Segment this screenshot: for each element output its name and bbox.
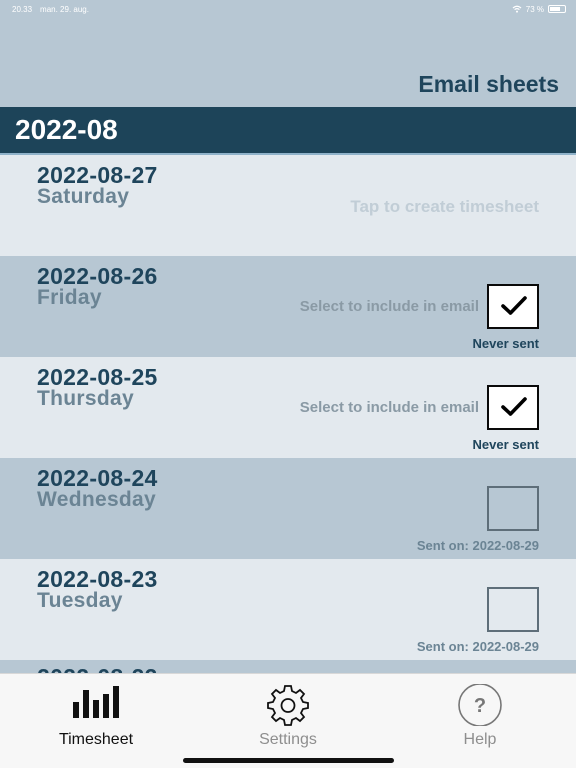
status-date: man. 29. aug. [40,4,89,14]
header: Email sheets [0,18,576,107]
list-item[interactable]: 2022-08-26 Friday Select to include in e… [0,256,576,357]
list-item[interactable]: 2022-08-23 Tuesday Sent on: 2022-08-29 [0,559,576,660]
row-weekday: Friday [37,286,102,309]
create-timesheet-button[interactable]: Tap to create timesheet [350,197,539,217]
list-item[interactable]: 2022-08-24 Wednesday Sent on: 2022-08-29 [0,458,576,559]
home-indicator[interactable] [183,758,394,763]
checkmark-icon [501,397,527,416]
gear-icon [267,685,309,726]
tab-label: Settings [259,731,317,748]
status-time: 20.33 [12,4,33,14]
day-list[interactable]: 2022-08-27 Saturday Tap to create timesh… [0,155,576,673]
battery-icon [548,5,566,13]
tab-help[interactable]: ? Help [384,674,576,768]
row-weekday: Wednesday [37,488,157,511]
sent-status: Sent on: 2022-08-29 [416,639,539,654]
tab-timesheet[interactable]: Timesheet [0,674,192,768]
select-label: Select to include in email [299,399,479,416]
row-weekday: Thursday [37,387,134,410]
status-bar: 20.33 man. 29. aug. 73 % [0,0,576,18]
row-weekday: Saturday [37,185,130,208]
question-icon: ? [458,684,502,726]
page-title: Email sheets [418,71,559,97]
list-item[interactable]: 2022-08-27 Saturday Tap to create timesh… [0,155,576,256]
month-section-header: 2022-08 [0,107,576,155]
select-label: Select to include in email [299,298,479,315]
row-date: 2022-08-22 [37,664,158,673]
list-item[interactable]: 2022-08-22 [0,660,576,673]
include-checkbox[interactable] [487,385,539,430]
include-checkbox[interactable] [487,284,539,329]
bar-chart-icon [73,686,119,718]
list-item[interactable]: 2022-08-25 Thursday Select to include in… [0,357,576,458]
sent-status: Never sent [472,437,539,452]
tab-settings[interactable]: Settings [192,674,384,768]
sent-status: Sent on: 2022-08-29 [416,538,539,553]
tab-label: Timesheet [58,731,134,748]
battery-percent: 73 % [525,4,544,14]
tab-bar: Timesheet Settings ? Help [0,673,576,768]
include-checkbox[interactable] [487,587,539,632]
tab-label: Help [463,731,497,748]
svg-text:?: ? [474,695,486,717]
row-weekday: Tuesday [37,589,123,612]
status-right: 73 % [512,5,566,14]
include-checkbox[interactable] [487,486,539,531]
wifi-icon [512,5,522,13]
sent-status: Never sent [472,336,539,351]
month-label: 2022-08 [15,114,118,145]
checkmark-icon [501,296,527,315]
